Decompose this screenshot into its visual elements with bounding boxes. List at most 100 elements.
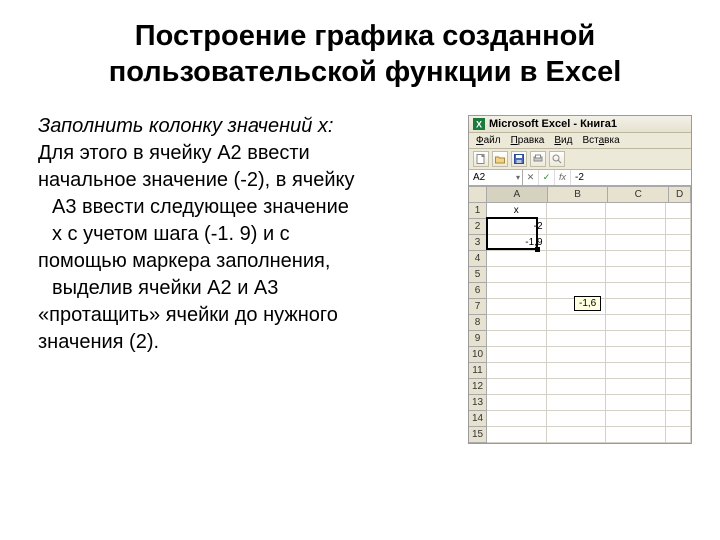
cell[interactable] <box>487 411 547 427</box>
cell[interactable] <box>666 347 691 363</box>
cell[interactable] <box>666 267 691 283</box>
cell[interactable] <box>666 251 691 267</box>
cell[interactable] <box>606 379 666 395</box>
cell[interactable] <box>547 347 607 363</box>
cell[interactable] <box>547 251 607 267</box>
row-header[interactable]: 13 <box>469 395 487 411</box>
cell[interactable] <box>606 411 666 427</box>
column-header-a[interactable]: A <box>487 187 548 203</box>
cell[interactable] <box>606 299 666 315</box>
cell[interactable] <box>547 267 607 283</box>
cell[interactable] <box>666 427 691 443</box>
table-row: 8 <box>469 315 691 331</box>
open-button[interactable] <box>492 151 508 167</box>
cell[interactable] <box>487 395 547 411</box>
cell[interactable] <box>547 235 607 251</box>
cell[interactable] <box>666 315 691 331</box>
menu-view[interactable]: Вид <box>551 134 575 147</box>
row-header[interactable]: 6 <box>469 283 487 299</box>
cell[interactable] <box>606 251 666 267</box>
table-row: 13 <box>469 395 691 411</box>
cell[interactable] <box>487 299 547 315</box>
cell[interactable]: x <box>487 203 547 219</box>
row-header[interactable]: 9 <box>469 331 487 347</box>
cell[interactable] <box>547 411 607 427</box>
spreadsheet[interactable]: A B C D 1x2-23-1,9456789101112131415 <box>469 186 691 443</box>
row-header[interactable]: 12 <box>469 379 487 395</box>
cell[interactable] <box>606 203 666 219</box>
save-button[interactable] <box>511 151 527 167</box>
cell[interactable] <box>487 315 547 331</box>
cell[interactable] <box>606 235 666 251</box>
window-title: Microsoft Excel - Книга1 <box>489 118 617 130</box>
cell[interactable] <box>547 379 607 395</box>
cell[interactable] <box>606 331 666 347</box>
cell[interactable]: -2 <box>487 219 547 235</box>
cell[interactable] <box>547 315 607 331</box>
cell[interactable] <box>487 427 547 443</box>
table-row: 14 <box>469 411 691 427</box>
menu-insert[interactable]: Вставка <box>579 134 622 147</box>
cell[interactable] <box>487 363 547 379</box>
cell[interactable] <box>547 363 607 379</box>
cell[interactable] <box>487 251 547 267</box>
cell[interactable] <box>666 283 691 299</box>
fx-button[interactable]: fx <box>555 170 571 185</box>
row-header[interactable]: 5 <box>469 267 487 283</box>
menu-edit[interactable]: Правка <box>508 134 548 147</box>
name-box[interactable]: A2 ▾ <box>469 170 523 185</box>
cell[interactable] <box>487 283 547 299</box>
cell[interactable] <box>606 219 666 235</box>
cell[interactable] <box>666 363 691 379</box>
cell[interactable] <box>487 267 547 283</box>
fill-handle[interactable] <box>535 247 540 252</box>
chevron-down-icon: ▾ <box>516 173 520 182</box>
row-header[interactable]: 7 <box>469 299 487 315</box>
fill-tooltip: -1,6 <box>574 296 601 311</box>
column-header-c[interactable]: C <box>608 187 669 203</box>
cancel-icon[interactable]: ✕ <box>523 170 539 185</box>
cell[interactable] <box>606 347 666 363</box>
row-header[interactable]: 2 <box>469 219 487 235</box>
cell[interactable] <box>666 379 691 395</box>
cell[interactable] <box>547 203 607 219</box>
cell[interactable] <box>487 347 547 363</box>
cell[interactable] <box>487 379 547 395</box>
cell[interactable] <box>547 427 607 443</box>
row-header[interactable]: 1 <box>469 203 487 219</box>
row-header[interactable]: 10 <box>469 347 487 363</box>
cell[interactable] <box>666 299 691 315</box>
print-button[interactable] <box>530 151 546 167</box>
cell[interactable] <box>606 315 666 331</box>
column-header-b[interactable]: B <box>548 187 609 203</box>
row-header[interactable]: 14 <box>469 411 487 427</box>
cell[interactable] <box>666 219 691 235</box>
cell[interactable] <box>606 427 666 443</box>
row-header[interactable]: 8 <box>469 315 487 331</box>
cell[interactable] <box>547 331 607 347</box>
new-button[interactable] <box>473 151 489 167</box>
cell[interactable] <box>606 283 666 299</box>
row-header[interactable]: 4 <box>469 251 487 267</box>
column-header-d[interactable]: D <box>669 187 691 203</box>
row-header[interactable]: 3 <box>469 235 487 251</box>
toolbar-button[interactable] <box>549 151 565 167</box>
cell[interactable] <box>547 395 607 411</box>
body-line: Заполнить колонку значений x: <box>38 113 460 140</box>
confirm-icon[interactable]: ✓ <box>539 170 555 185</box>
cell[interactable] <box>666 203 691 219</box>
cell[interactable] <box>666 235 691 251</box>
cell[interactable] <box>547 219 607 235</box>
cell[interactable] <box>666 395 691 411</box>
row-header[interactable]: 15 <box>469 427 487 443</box>
cell[interactable] <box>606 395 666 411</box>
cell[interactable] <box>666 411 691 427</box>
row-header[interactable]: 11 <box>469 363 487 379</box>
cell[interactable] <box>606 363 666 379</box>
cell[interactable] <box>666 331 691 347</box>
menu-file[interactable]: ФФайлайл <box>473 134 504 147</box>
cell[interactable] <box>487 331 547 347</box>
formula-value[interactable]: -2 <box>571 172 584 183</box>
select-all-corner[interactable] <box>469 187 487 203</box>
cell[interactable] <box>606 267 666 283</box>
